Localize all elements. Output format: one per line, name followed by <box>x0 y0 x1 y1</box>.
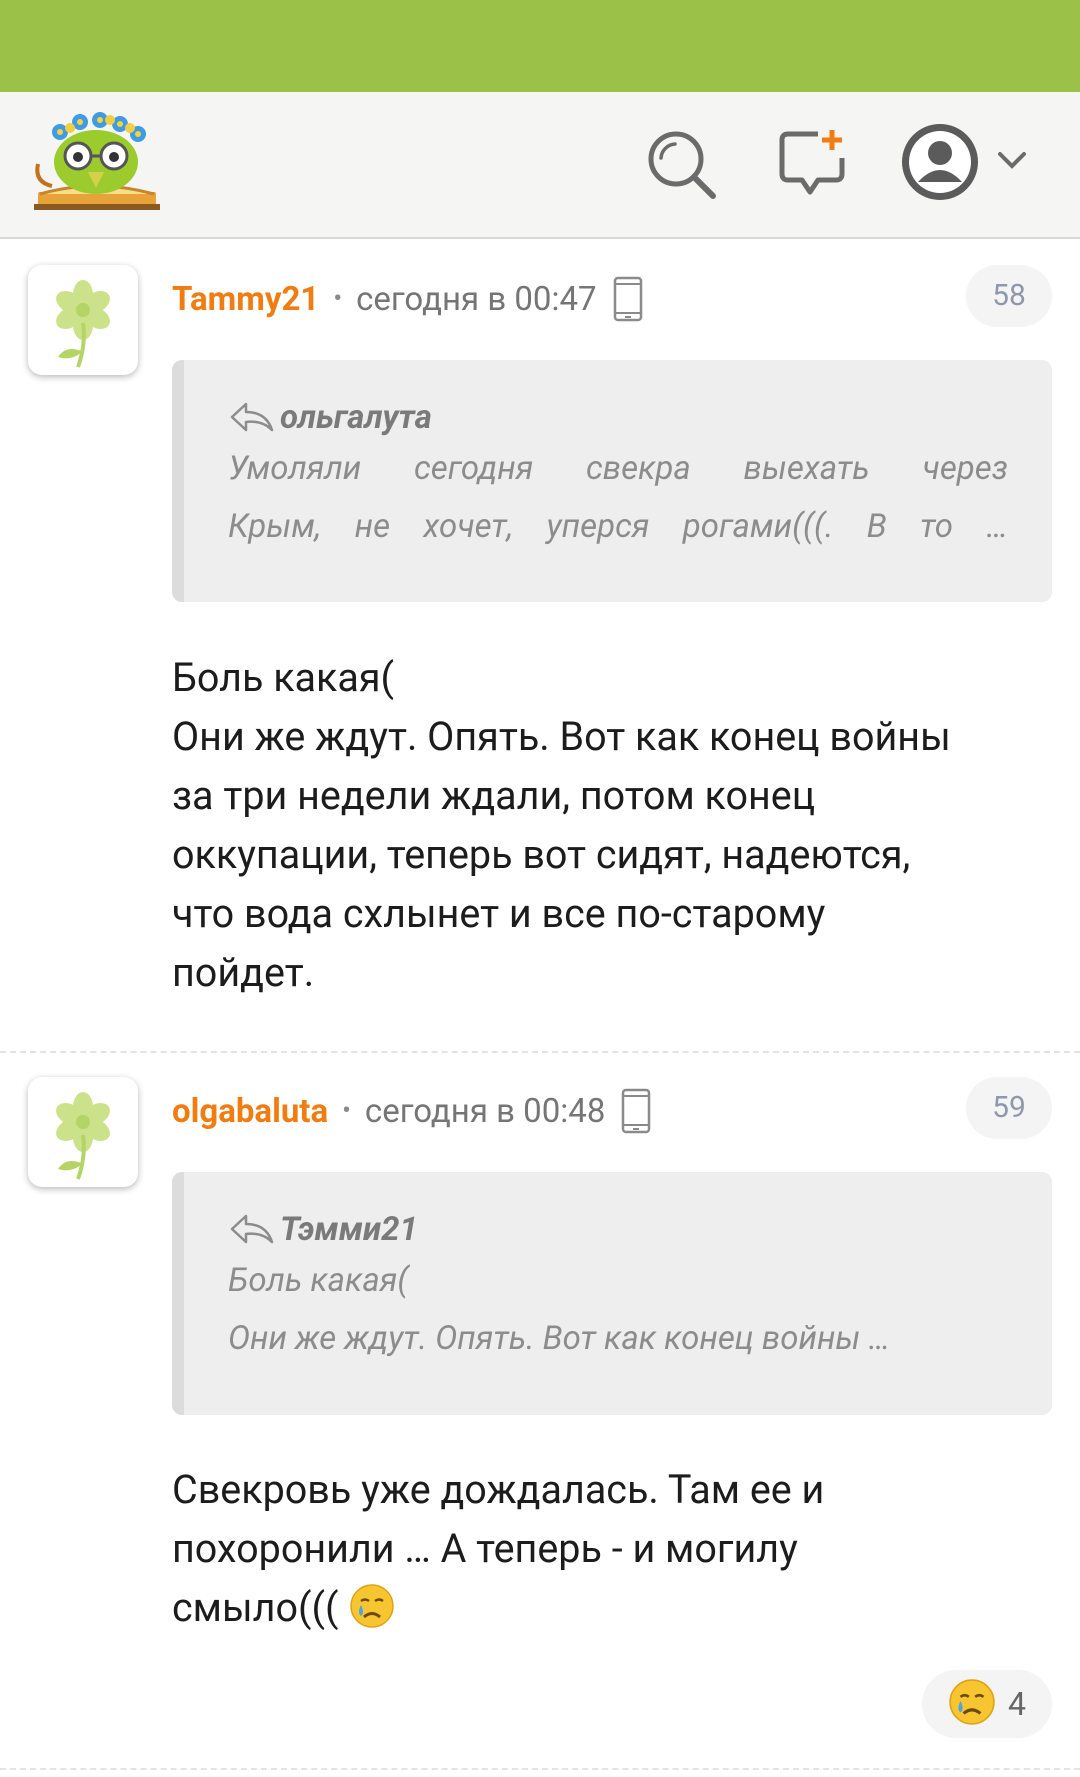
comment-time: сегодня в 00:47 <box>356 279 597 319</box>
comment-number[interactable]: 58 <box>966 265 1052 327</box>
profile-menu[interactable] <box>900 122 1040 202</box>
body-line: Боль какая( <box>172 654 395 701</box>
body-line: оккупации, теперь вот сидят, надеются, <box>172 831 911 878</box>
quote-author-row: ольгалута <box>228 394 1008 440</box>
comment-number[interactable]: 59 <box>966 1077 1052 1139</box>
comment-divider <box>0 1051 1080 1053</box>
separator-dot: • <box>342 1096 351 1126</box>
quote-line: Они же ждут. Опять. Вот как конец войны … <box>228 1319 891 1358</box>
search-icon[interactable] <box>645 128 719 202</box>
quote-line: Боль какая( <box>228 1261 409 1300</box>
reaction-button[interactable]: 4 <box>922 1670 1052 1738</box>
body-line: что вода схлынет и все по-старому <box>172 890 826 937</box>
quote-author: Тэмми21 <box>280 1209 418 1249</box>
body-line: Они же ждут. Опять. Вот как конец войны <box>172 713 951 760</box>
quote-block[interactable]: ольгалута Умоляли сегодня свекра выехать… <box>172 360 1052 602</box>
body-line: смыло((( <box>172 1584 339 1631</box>
top-header <box>0 92 1080 239</box>
reply-icon <box>228 1212 274 1246</box>
quote-line: Крым, не хочет, уперся рогами(((. В то … <box>228 507 1008 546</box>
comment-author[interactable]: Tammy21 <box>172 280 319 319</box>
comment-meta: Tammy21 • сегодня в 00:47 <box>172 275 643 323</box>
site-logo[interactable] <box>30 108 162 216</box>
comment-meta: olgabaluta • сегодня в 00:48 <box>172 1087 651 1135</box>
comment-body: Свекровь уже дождалась. Там ее и похорон… <box>172 1460 1062 1637</box>
separator-dot: • <box>333 284 343 314</box>
reaction-count: 4 <box>1008 1685 1026 1723</box>
flower-avatar-icon[interactable] <box>28 1077 138 1187</box>
body-line: Свекровь уже дождалась. Там ее и <box>172 1466 825 1513</box>
comment-time: сегодня в 00:48 <box>364 1091 606 1131</box>
phone-icon <box>621 1088 651 1134</box>
quote-author: ольгалута <box>280 397 432 437</box>
comment-body: Боль какая( Они же ждут. Опять. Вот как … <box>172 648 1062 1002</box>
status-bar <box>0 0 1080 92</box>
body-line: за три недели ждали, потом конец <box>172 772 816 819</box>
quote-author-row: Тэмми21 <box>228 1206 1008 1252</box>
comment-divider <box>0 1768 1080 1770</box>
reply-icon <box>228 400 274 434</box>
body-line-with-emoji: смыло((( <box>172 1578 1062 1637</box>
comment-author[interactable]: olgabaluta <box>172 1092 328 1131</box>
quote-line: Умоляли сегодня свекра выехать через <box>228 449 1008 488</box>
flower-avatar-icon[interactable] <box>28 265 138 375</box>
phone-icon <box>613 276 643 322</box>
quote-block[interactable]: Тэмми21 Боль какая( Они же ждут. Опять. … <box>172 1172 1052 1415</box>
crying-face-icon <box>349 1583 395 1629</box>
body-line: похоронили … А теперь - и могилу <box>172 1525 798 1572</box>
crying-face-icon <box>948 1678 996 1730</box>
new-post-icon[interactable] <box>778 128 848 200</box>
body-line: пойдет. <box>172 949 315 996</box>
